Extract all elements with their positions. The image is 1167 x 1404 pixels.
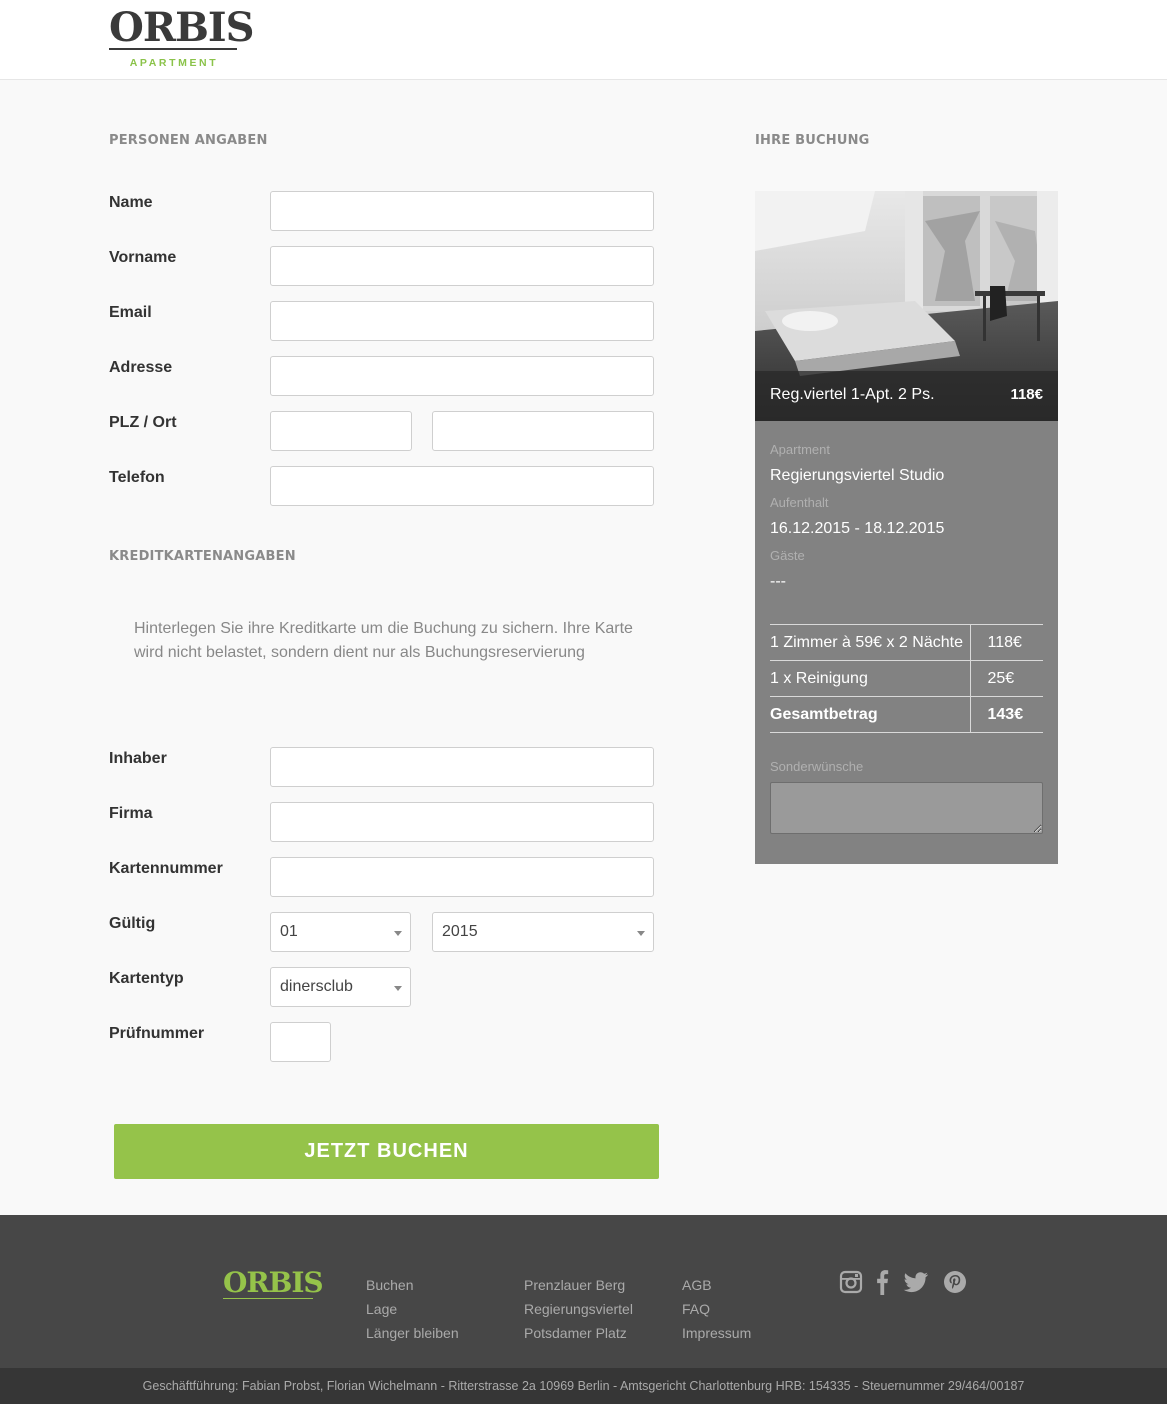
apartment-caption: Reg.viertel 1-Apt. 2 Ps. 118€ (755, 371, 1058, 421)
email-label: Email (109, 304, 152, 321)
footer-logo-text: ORBIS (223, 1266, 324, 1299)
price-total-amount: 143€ (969, 696, 1043, 733)
footer-link-buchen[interactable]: Buchen (366, 1273, 459, 1297)
special-requests-label: Sonderwünsche (770, 759, 864, 774)
footer-link-regierungsviertel[interactable]: Regierungsviertel (524, 1297, 633, 1321)
telefon-input[interactable] (270, 466, 654, 506)
price-row-amount: 118€ (969, 624, 1043, 661)
apartment-value: Regierungsviertel Studio (770, 467, 945, 484)
month-select-value: 01 (280, 923, 298, 940)
chevron-down-icon (394, 931, 402, 936)
site-header: ORBIS APARTMENT (0, 0, 1167, 80)
firma-label: Firma (109, 805, 153, 822)
credit-note: Hinterlegen Sie ihre Kreditkarte um die … (134, 620, 633, 661)
chevron-down-icon (637, 931, 645, 936)
kartentyp-label: Kartentyp (109, 970, 184, 987)
vorname-input[interactable] (270, 246, 654, 286)
footer-links-locations: Prenzlauer Berg Regierungsviertel Potsda… (524, 1273, 633, 1345)
inhaber-label: Inhaber (109, 750, 167, 767)
price-total-label: Gesamtbetrag (770, 696, 970, 733)
price-row-desc: 1 x Reinigung (770, 660, 970, 697)
stay-label: Aufenthalt (770, 495, 829, 510)
apartment-caption-name: Reg.viertel 1-Apt. 2 Ps. (770, 386, 935, 403)
booking-card: Reg.viertel 1-Apt. 2 Ps. 118€ Apartment … (755, 191, 1058, 864)
name-label: Name (109, 194, 153, 211)
apartment-label: Apartment (770, 442, 830, 457)
month-select[interactable]: 01 (270, 912, 411, 952)
booking-section-title: IHRE BUCHUNG (755, 133, 870, 148)
footer-link-faq[interactable]: FAQ (682, 1297, 751, 1321)
price-row-desc: 1 Zimmer à 59€ x 2 Nächte (770, 624, 970, 661)
inhaber-input[interactable] (270, 747, 654, 787)
pruefnummer-label: Prüfnummer (109, 1025, 205, 1042)
price-row-amount: 25€ (969, 660, 1043, 697)
footer-links-legal: AGB FAQ Impressum (682, 1273, 751, 1345)
footer-logo[interactable]: ORBIS (223, 1266, 324, 1299)
book-now-button[interactable]: JETZT BUCHEN (114, 1124, 659, 1179)
credit-section-title: KREDITKARTENANGABEN (109, 549, 296, 564)
year-select-value: 2015 (442, 923, 478, 940)
cardtype-select[interactable]: dinersclub (270, 967, 411, 1007)
kartennummer-input[interactable] (270, 857, 654, 897)
footer-link-potsdamer-platz[interactable]: Potsdamer Platz (524, 1321, 633, 1345)
guests-label: Gäste (770, 548, 805, 563)
footer-link-laenger-bleiben[interactable]: Länger bleiben (366, 1321, 459, 1345)
cardtype-select-value: dinersclub (280, 978, 353, 995)
plz-input[interactable] (270, 411, 412, 451)
vorname-label: Vorname (109, 249, 177, 266)
chevron-down-icon (394, 986, 402, 991)
twitter-icon[interactable] (903, 1269, 929, 1295)
gueltig-label: Gültig (109, 915, 156, 932)
personal-section-title: PERSONEN ANGABEN (109, 133, 268, 148)
footer-link-impressum[interactable]: Impressum (682, 1321, 751, 1345)
email-input[interactable] (270, 301, 654, 341)
price-total-row: Gesamtbetrag 143€ (770, 696, 1043, 733)
footer-link-lage[interactable]: Lage (366, 1297, 459, 1321)
name-input[interactable] (270, 191, 654, 231)
site-footer: ORBIS Buchen Lage Länger bleiben Prenzla… (0, 1215, 1167, 1368)
logo-text: ORBIS (109, 4, 255, 51)
logo-subtitle: APARTMENT (129, 57, 219, 69)
instagram-icon[interactable] (839, 1269, 863, 1295)
stay-value: 16.12.2015 - 18.12.2015 (770, 520, 945, 537)
facebook-icon[interactable] (875, 1269, 889, 1295)
apartment-caption-price: 118€ (1010, 386, 1043, 403)
kartennummer-label: Kartennummer (109, 860, 223, 877)
adresse-label: Adresse (109, 359, 173, 376)
pinterest-icon[interactable] (943, 1269, 967, 1295)
footer-link-prenzlauer-berg[interactable]: Prenzlauer Berg (524, 1273, 633, 1297)
legal-bar: Geschäftführung: Fabian Probst, Florian … (0, 1368, 1167, 1404)
telefon-label: Telefon (109, 469, 165, 486)
orbis-logo[interactable]: ORBIS APARTMENT (109, 4, 255, 70)
special-requests-input[interactable] (770, 782, 1043, 834)
price-row: 1 x Reinigung 25€ (770, 660, 1043, 697)
firma-input[interactable] (270, 802, 654, 842)
pruefnummer-input[interactable] (270, 1022, 331, 1062)
guests-value: --- (770, 573, 786, 590)
price-row: 1 Zimmer à 59€ x 2 Nächte 118€ (770, 624, 1043, 661)
plz-ort-label: PLZ / Ort (109, 414, 177, 431)
footer-links-general: Buchen Lage Länger bleiben (366, 1273, 459, 1345)
footer-link-agb[interactable]: AGB (682, 1273, 751, 1297)
ort-input[interactable] (432, 411, 654, 451)
adresse-input[interactable] (270, 356, 654, 396)
year-select[interactable]: 2015 (432, 912, 654, 952)
price-table: 1 Zimmer à 59€ x 2 Nächte 118€ 1 x Reini… (770, 624, 1043, 733)
